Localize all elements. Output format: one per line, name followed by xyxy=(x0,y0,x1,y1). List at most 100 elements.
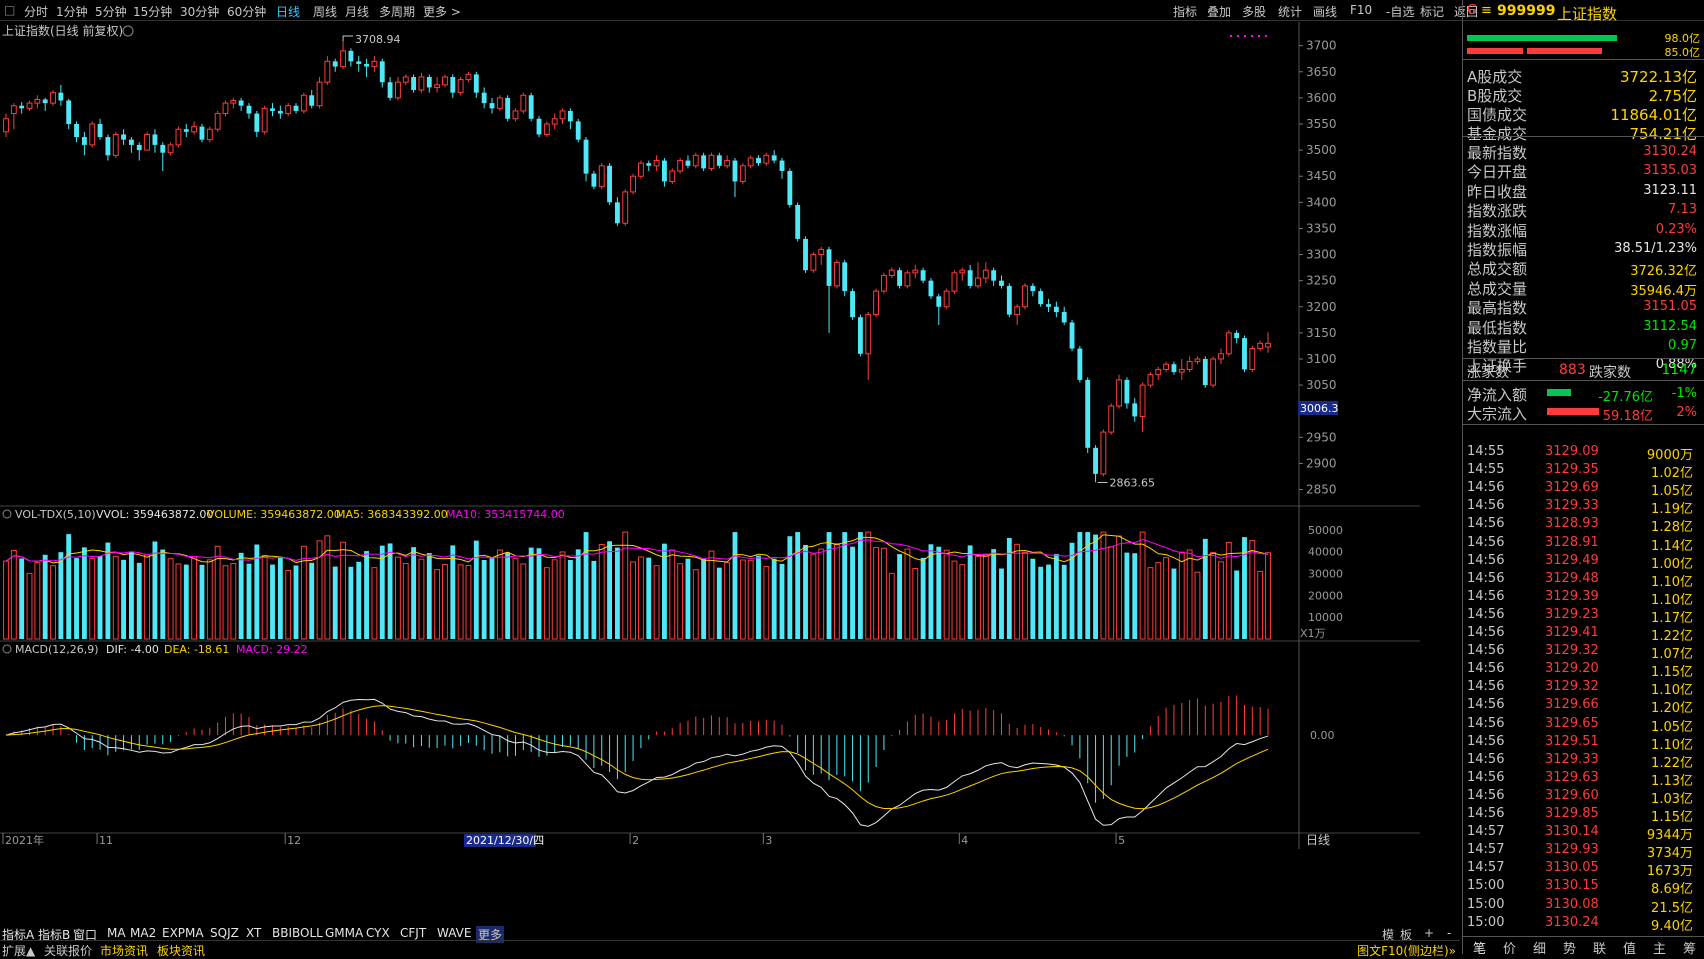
stat-row: 最低指数 3112.54 xyxy=(1467,317,1701,337)
period-tab-7[interactable]: 周线 xyxy=(313,3,337,20)
panel-tab-1[interactable]: 价 xyxy=(1503,938,1516,957)
candle xyxy=(536,116,542,138)
candle-body xyxy=(50,92,56,104)
f10-sidebar-link[interactable]: 图文F10(侧边栏)» xyxy=(1357,942,1456,959)
stat-label: 今日开盘 xyxy=(1467,163,1528,182)
tool-button-3[interactable]: 统计 xyxy=(1278,3,1302,20)
candle-body xyxy=(26,102,33,109)
candle xyxy=(826,246,832,333)
title-dropdown-icon[interactable] xyxy=(122,25,134,37)
indicator-tab-8[interactable]: BBIBOLL xyxy=(272,926,323,940)
panel-tab-6[interactable]: 主 xyxy=(1653,938,1666,957)
candle-body xyxy=(692,154,699,167)
panel-tab-5[interactable]: 值 xyxy=(1623,938,1636,957)
lower-tab-3[interactable]: 板块资讯 xyxy=(157,942,205,959)
candle-body xyxy=(1186,361,1193,370)
zoom-control-3[interactable]: - xyxy=(1447,926,1451,940)
candle-body xyxy=(920,270,926,281)
volume-bar xyxy=(1234,570,1240,639)
zoom-control-2[interactable]: + xyxy=(1424,926,1434,940)
volume-settings-icon[interactable] xyxy=(2,509,12,519)
candle xyxy=(732,157,738,198)
macd-settings-icon[interactable] xyxy=(2,644,12,654)
candle xyxy=(959,267,966,281)
candle xyxy=(206,126,213,143)
candle-body xyxy=(191,126,198,133)
indicator-tab-9[interactable]: GMMA xyxy=(325,926,363,940)
candle-body xyxy=(1093,447,1098,474)
period-tab-10[interactable]: 更多 > xyxy=(423,3,461,20)
candle-body xyxy=(128,139,134,145)
price-tick-label: 3350 xyxy=(1306,221,1337,235)
lower-tab-1[interactable]: 关联报价 xyxy=(44,942,92,959)
x-tick-label: 5 xyxy=(1118,834,1125,847)
turnover-label: A股成交 xyxy=(1467,68,1523,86)
down-count: 1147 xyxy=(1661,362,1697,378)
period-tab-3[interactable]: 15分钟 xyxy=(133,3,172,20)
candle xyxy=(787,168,793,208)
candle-body xyxy=(394,81,401,99)
tick-row: 14:56 3129.48 1.10亿 xyxy=(1463,571,1699,590)
tool-button-0[interactable]: 指标 xyxy=(1173,3,1197,20)
indicator-tab-4[interactable]: MA2 xyxy=(130,926,156,940)
period-tab-9[interactable]: 多周期 xyxy=(379,3,415,20)
indicator-tab-7[interactable]: XT xyxy=(246,926,261,940)
indicator-tab-10[interactable]: CYX xyxy=(366,926,390,940)
candle-body xyxy=(888,269,895,276)
flow-row: 大宗流入 59.18亿 2% xyxy=(1467,403,1701,424)
candle-body xyxy=(1014,306,1021,316)
candle xyxy=(936,293,942,326)
candle xyxy=(309,90,315,109)
candle-body xyxy=(285,105,292,115)
indicator-tab-12[interactable]: WAVE xyxy=(437,926,471,940)
period-tab-5[interactable]: 60分钟 xyxy=(227,3,266,20)
volume-bar xyxy=(967,545,973,639)
panel-tab-3[interactable]: 势 xyxy=(1563,938,1576,957)
candle-body xyxy=(379,61,385,83)
candle xyxy=(222,100,229,117)
period-tab-1[interactable]: 1分钟 xyxy=(56,3,88,20)
panel-tab-7[interactable]: 筹 xyxy=(1683,938,1696,957)
tick-volume: 1.10亿 xyxy=(1651,737,1693,753)
volume-bar xyxy=(756,555,761,639)
indicator-tab-5[interactable]: EXPMA xyxy=(162,926,204,940)
indicator-tab-6[interactable]: SQJZ xyxy=(210,926,239,940)
lower-tab-0[interactable]: 扩展▲ xyxy=(2,942,35,959)
lower-tab-2[interactable]: 市场资讯 xyxy=(100,942,148,959)
tool-button-7[interactable]: 标记 xyxy=(1420,3,1444,20)
candle-body xyxy=(10,105,17,115)
volume-bar xyxy=(442,564,448,640)
candle-body xyxy=(630,175,637,193)
volume-bar xyxy=(356,561,362,639)
indicator-tab-11[interactable]: CFJT xyxy=(400,926,426,940)
tool-button-4[interactable]: 画线 xyxy=(1313,3,1337,20)
volume-chart xyxy=(3,531,1271,640)
candle xyxy=(622,189,629,226)
tool-button-5[interactable]: F10 xyxy=(1350,3,1372,17)
volume-bar xyxy=(810,553,817,640)
panel-tab-4[interactable]: 联 xyxy=(1593,938,1606,957)
panel-tab-2[interactable]: 细 xyxy=(1533,938,1546,957)
indicator-tab-3[interactable]: MA xyxy=(107,926,126,940)
tick-volume: 1.13亿 xyxy=(1651,773,1693,789)
candle xyxy=(1046,298,1051,312)
candle xyxy=(637,160,644,179)
candle xyxy=(152,129,158,153)
tool-button-6[interactable]: -自选 xyxy=(1386,3,1414,20)
tool-button-1[interactable]: 叠加 xyxy=(1207,3,1231,20)
period-tab-4[interactable]: 30分钟 xyxy=(180,3,219,20)
candle xyxy=(89,121,96,148)
tick-time: 14:57 xyxy=(1467,842,1505,858)
window-toggle-icon[interactable]: □ xyxy=(4,3,15,17)
candle xyxy=(999,275,1004,289)
period-tab-6[interactable]: 日线 xyxy=(276,3,300,20)
menu-icon[interactable]: ≡ xyxy=(1481,3,1492,18)
sell-bar-1 xyxy=(1467,48,1523,54)
tick-time: 14:55 xyxy=(1467,444,1505,459)
volume-bar xyxy=(567,560,573,639)
panel-tab-0[interactable]: 笔 xyxy=(1473,938,1486,957)
period-tab-0[interactable]: 分时 xyxy=(24,3,48,20)
period-tab-8[interactable]: 月线 xyxy=(345,3,369,20)
period-tab-2[interactable]: 5分钟 xyxy=(95,3,127,20)
tool-button-2[interactable]: 多股 xyxy=(1242,3,1266,20)
